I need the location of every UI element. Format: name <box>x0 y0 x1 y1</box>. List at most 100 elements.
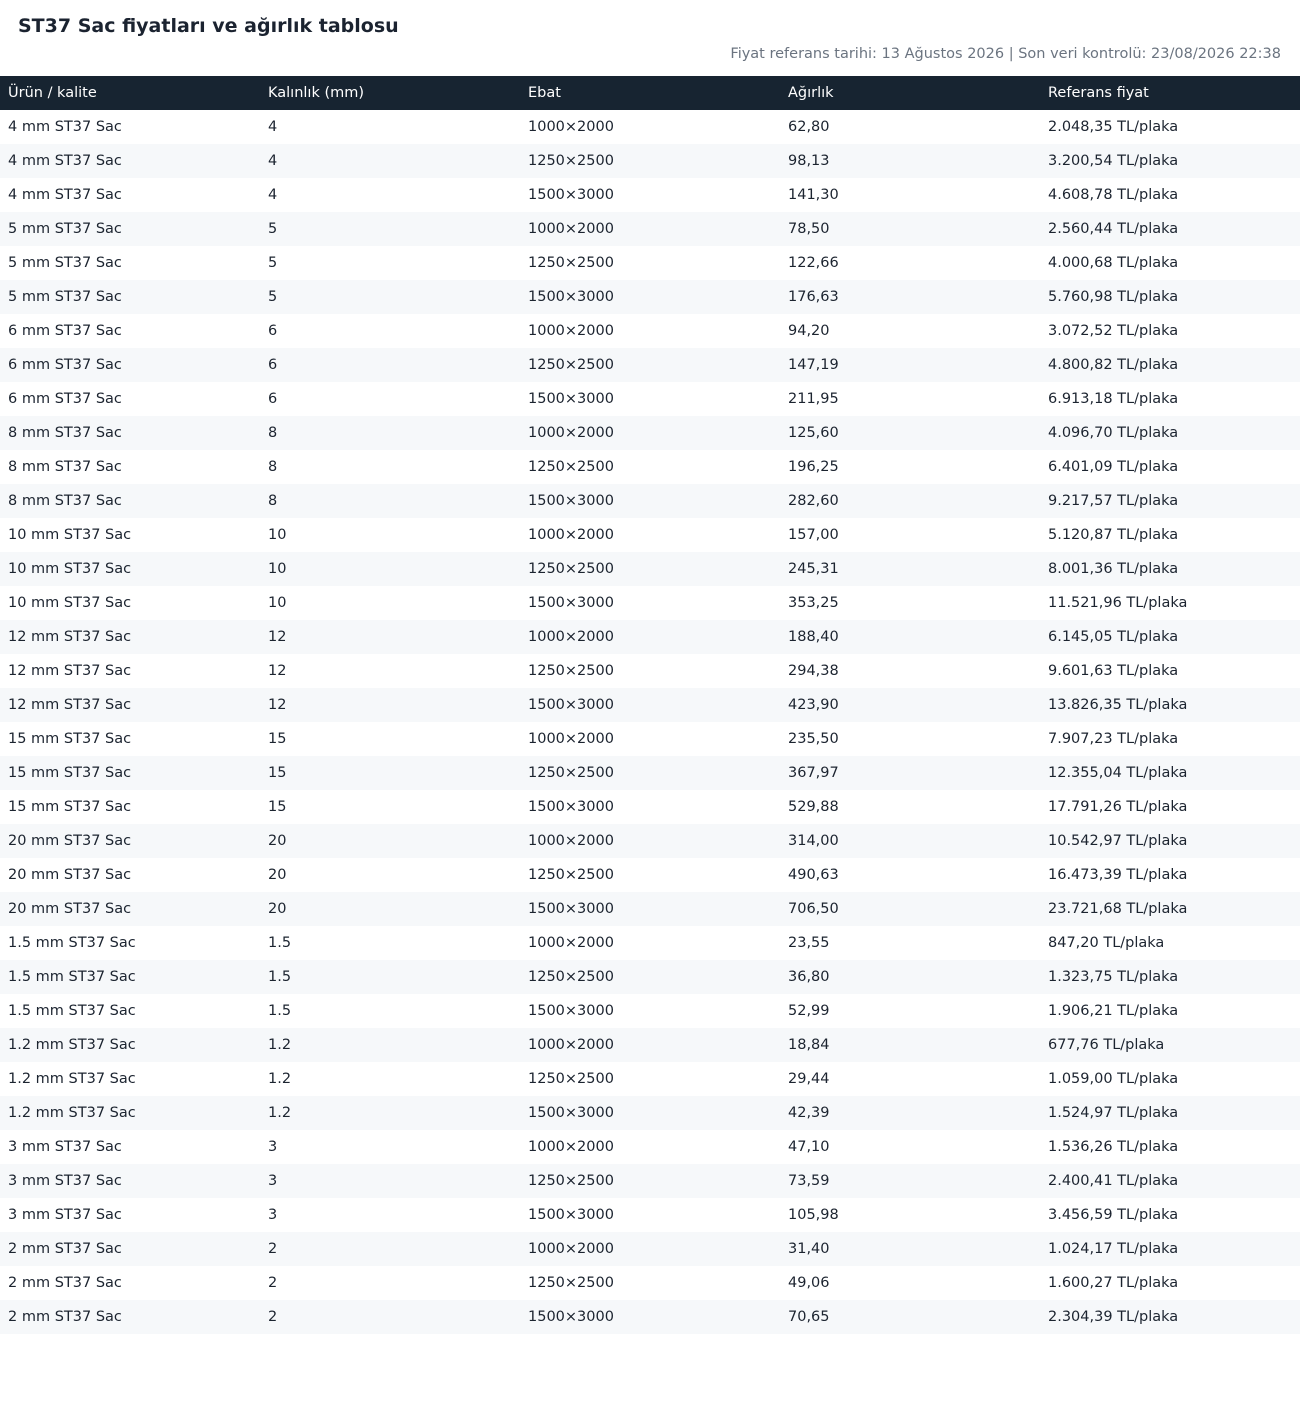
cell-product: 1.5 mm ST37 Sac <box>8 935 136 951</box>
cell-price: 3.200,54 TL/plaka <box>1040 144 1300 178</box>
cell-product: 1.2 mm ST37 Sac <box>8 1071 136 1087</box>
cell-price: 6.913,18 TL/plaka <box>1048 391 1179 407</box>
cell-weight: 105,98 <box>788 1207 839 1223</box>
cell-thickness: 1.2 <box>260 1096 520 1130</box>
cell-thickness: 2 <box>260 1300 520 1334</box>
cell-size: 1500×3000 <box>528 1207 614 1223</box>
column-header-price: Referans fiyat <box>1040 76 1300 110</box>
cell-thickness: 8 <box>268 459 278 475</box>
table-row: 3 mm ST37 Sac 3 1500×3000 105,98 3.456,59 TL… <box>0 1198 1300 1232</box>
cell-weight: 42,39 <box>780 1096 1040 1130</box>
cell-price: 4.800,82 TL/plaka <box>1040 348 1300 382</box>
table-row: 1.5 mm ST37 Sac 1.5 1500×3000 52,99 1.906,21… <box>0 994 1300 1028</box>
cell-product: 8 mm ST37 Sac <box>0 484 260 518</box>
cell-thickness: 10 <box>260 552 520 586</box>
table-row: 8 mm ST37 Sac 8 1500×3000 282,60 9.217,57 TL… <box>0 484 1300 518</box>
cell-thickness: 4 <box>268 119 278 135</box>
cell-thickness: 20 <box>260 892 520 926</box>
page-title: ST37 Sac fiyatları ve ağırlık tablosu <box>18 15 399 37</box>
table-row: 2 mm ST37 Sac 2 1500×3000 70,65 2.304,39 TL/… <box>0 1300 1300 1334</box>
cell-product: 20 mm ST37 Sac <box>0 824 260 858</box>
cell-weight: 73,59 <box>780 1164 1040 1198</box>
table-row: 4 mm ST37 Sac 4 1250×2500 98,13 3.200,54 TL/… <box>0 144 1300 178</box>
table-row: 1.5 mm ST37 Sac 1.5 1250×2500 36,80 1.323,75… <box>0 960 1300 994</box>
cell-thickness: 20 <box>260 824 520 858</box>
cell-thickness: 20 <box>268 867 287 883</box>
cell-product: 3 mm ST37 Sac <box>8 1139 122 1155</box>
cell-weight: 211,95 <box>788 391 839 407</box>
cell-price: 677,76 TL/plaka <box>1040 1028 1300 1062</box>
cell-price: 2.304,39 TL/plaka <box>1040 1300 1300 1334</box>
cell-weight: 706,50 <box>780 892 1040 926</box>
cell-price: 9.217,57 TL/plaka <box>1040 484 1300 518</box>
cell-weight: 490,63 <box>788 867 839 883</box>
cell-thickness: 3 <box>268 1139 278 1155</box>
cell-weight: 245,31 <box>780 552 1040 586</box>
cell-size: 1500×3000 <box>528 799 614 815</box>
cell-product: 20 mm ST37 Sac <box>0 892 260 926</box>
cell-size: 1500×3000 <box>520 280 780 314</box>
cell-size: 1500×3000 <box>528 1003 614 1019</box>
cell-thickness: 2 <box>260 1232 520 1266</box>
cell-product: 6 mm ST37 Sac <box>8 391 122 407</box>
cell-product: 6 mm ST37 Sac <box>8 323 122 339</box>
cell-thickness: 8 <box>260 416 520 450</box>
cell-thickness: 1.2 <box>260 1028 520 1062</box>
cell-thickness: 12 <box>260 688 520 722</box>
cell-price: 17.791,26 TL/plaka <box>1048 799 1188 815</box>
column-header-weight: Ağırlık <box>780 76 1040 110</box>
cell-price: 1.536,26 TL/plaka <box>1048 1139 1179 1155</box>
cell-product: 5 mm ST37 Sac <box>0 212 260 246</box>
cell-thickness: 5 <box>260 280 520 314</box>
cell-weight: 36,80 <box>780 960 1040 994</box>
cell-price: 847,20 TL/plaka <box>1048 935 1165 951</box>
cell-product: 6 mm ST37 Sac <box>0 348 260 382</box>
cell-thickness: 10 <box>268 527 287 543</box>
cell-thickness: 1.5 <box>268 935 292 951</box>
cell-product: 4 mm ST37 Sac <box>0 144 260 178</box>
cell-weight: 52,99 <box>788 1003 830 1019</box>
cell-size: 1500×3000 <box>520 892 780 926</box>
cell-size: 1250×2500 <box>520 552 780 586</box>
cell-product: 1.2 mm ST37 Sac <box>0 1028 260 1062</box>
cell-price: 3.072,52 TL/plaka <box>1048 323 1179 339</box>
table-row: 2 mm ST37 Sac 2 1250×2500 49,06 1.600,27 TL/… <box>0 1266 1300 1300</box>
cell-size: 1000×2000 <box>528 119 614 135</box>
cell-product: 5 mm ST37 Sac <box>8 255 122 271</box>
cell-weight: 147,19 <box>780 348 1040 382</box>
cell-product: 8 mm ST37 Sac <box>0 416 260 450</box>
cell-thickness: 1.2 <box>268 1071 292 1087</box>
cell-price: 2.560,44 TL/plaka <box>1040 212 1300 246</box>
cell-weight: 529,88 <box>788 799 839 815</box>
cell-size: 1000×2000 <box>528 1139 614 1155</box>
cell-thickness: 3 <box>260 1164 520 1198</box>
cell-price: 4.096,70 TL/plaka <box>1040 416 1300 450</box>
cell-product: 1.5 mm ST37 Sac <box>8 1003 136 1019</box>
cell-weight: 314,00 <box>780 824 1040 858</box>
table-header-row: Ürün / kalite Kalınlık (mm) Ebat Ağırlık… <box>0 76 1300 110</box>
cell-weight: 94,20 <box>788 323 830 339</box>
cell-product: 15 mm ST37 Sac <box>0 756 260 790</box>
cell-size: 1250×2500 <box>528 1071 614 1087</box>
cell-product: 2 mm ST37 Sac <box>0 1232 260 1266</box>
cell-thickness: 4 <box>268 187 278 203</box>
table-row: 3 mm ST37 Sac 3 1000×2000 47,10 1.536,26 TL/… <box>0 1130 1300 1164</box>
cell-product: 20 mm ST37 Sac <box>8 867 132 883</box>
table-row: 20 mm ST37 Sac 20 1250×2500 490,63 16.473,39… <box>0 858 1300 892</box>
cell-thickness: 4 <box>260 144 520 178</box>
cell-weight: 31,40 <box>780 1232 1040 1266</box>
cell-product: 2 mm ST37 Sac <box>0 1300 260 1334</box>
cell-product: 1.2 mm ST37 Sac <box>0 1096 260 1130</box>
table-row: 5 mm ST37 Sac 5 1500×3000 176,63 5.760,98 TL… <box>0 280 1300 314</box>
cell-price: 16.473,39 TL/plaka <box>1048 867 1188 883</box>
cell-weight: 78,50 <box>780 212 1040 246</box>
cell-size: 1000×2000 <box>520 620 780 654</box>
table-body: 4 mm ST37 Sac 4 1000×2000 62,80 2.048,35 TL/… <box>0 110 1300 1334</box>
cell-size: 1000×2000 <box>520 1028 780 1062</box>
table-row: 2 mm ST37 Sac 2 1000×2000 31,40 1.024,17 TL/… <box>0 1232 1300 1266</box>
cell-product: 15 mm ST37 Sac <box>8 799 132 815</box>
table-row: 1.2 mm ST37 Sac 1.2 1250×2500 29,44 1.059,00… <box>0 1062 1300 1096</box>
cell-thickness: 12 <box>268 663 287 679</box>
column-header-product: Ürün / kalite <box>0 76 260 110</box>
cell-size: 1000×2000 <box>528 323 614 339</box>
